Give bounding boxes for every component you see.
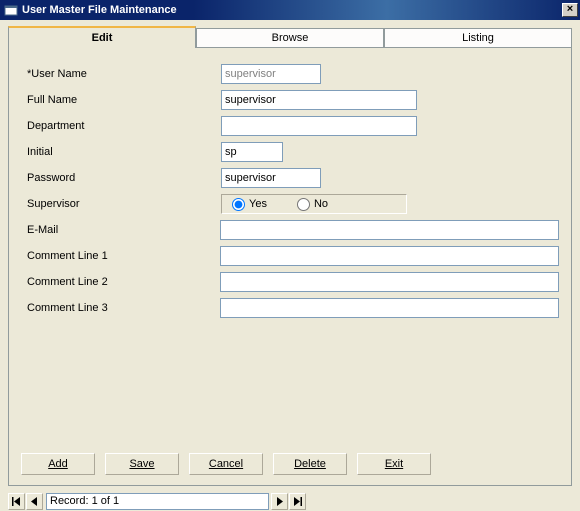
close-button[interactable]: × — [562, 3, 578, 17]
window-icon — [4, 3, 18, 17]
user-name-field[interactable] — [221, 64, 321, 84]
cancel-button[interactable]: Cancel — [189, 453, 263, 475]
department-field[interactable] — [221, 116, 417, 136]
add-button-label: Add — [48, 458, 68, 470]
comment3-field[interactable] — [220, 298, 559, 318]
record-navigator: Record: 1 of 1 — [8, 492, 572, 510]
buttons-row: Add Save Cancel Delete Exit — [21, 453, 431, 475]
user-name-label: *User Name — [21, 68, 221, 80]
comment2-label: Comment Line 2 — [21, 276, 220, 288]
initial-field[interactable] — [221, 142, 283, 162]
title-bar: User Master File Maintenance × — [0, 0, 580, 20]
supervisor-yes-input[interactable] — [232, 198, 245, 211]
prev-icon — [30, 497, 39, 506]
password-label: Password — [21, 172, 221, 184]
delete-button-label: Delete — [294, 458, 326, 470]
record-status: Record: 1 of 1 — [46, 493, 269, 510]
nav-next-button[interactable] — [271, 493, 288, 510]
email-label: E-Mail — [21, 224, 220, 236]
supervisor-yes-label: Yes — [249, 198, 267, 210]
department-label: Department — [21, 120, 221, 132]
save-button-label: Save — [129, 458, 154, 470]
save-button[interactable]: Save — [105, 453, 179, 475]
exit-button[interactable]: Exit — [357, 453, 431, 475]
supervisor-no-input[interactable] — [297, 198, 310, 211]
last-icon — [293, 497, 302, 506]
full-name-label: Full Name — [21, 94, 221, 106]
supervisor-label: Supervisor — [21, 198, 221, 210]
next-icon — [275, 497, 284, 506]
comment1-label: Comment Line 1 — [21, 250, 220, 262]
supervisor-no-label: No — [314, 198, 328, 210]
password-field[interactable] — [221, 168, 321, 188]
edit-panel: *User Name Full Name Department Initial … — [8, 48, 572, 486]
window-body: Edit Browse Listing *User Name Full Name… — [0, 20, 580, 511]
comment1-field[interactable] — [220, 246, 559, 266]
cancel-button-label: Cancel — [209, 458, 243, 470]
nav-prev-button[interactable] — [26, 493, 43, 510]
email-field[interactable] — [220, 220, 559, 240]
nav-first-button[interactable] — [8, 493, 25, 510]
add-button[interactable]: Add — [21, 453, 95, 475]
supervisor-radio-group: Yes No — [221, 194, 407, 214]
tab-edit[interactable]: Edit — [8, 26, 196, 48]
window-title: User Master File Maintenance — [22, 4, 562, 16]
initial-label: Initial — [21, 146, 221, 158]
exit-button-label: Exit — [385, 458, 403, 470]
nav-last-button[interactable] — [289, 493, 306, 510]
tabs-row: Edit Browse Listing — [8, 26, 572, 48]
tab-browse[interactable]: Browse — [196, 28, 384, 48]
comment3-label: Comment Line 3 — [21, 302, 220, 314]
delete-button[interactable]: Delete — [273, 453, 347, 475]
first-icon — [12, 497, 21, 506]
supervisor-yes-radio[interactable]: Yes — [232, 198, 267, 211]
supervisor-no-radio[interactable]: No — [297, 198, 328, 211]
tab-listing[interactable]: Listing — [384, 28, 572, 48]
comment2-field[interactable] — [220, 272, 559, 292]
full-name-field[interactable] — [221, 90, 417, 110]
